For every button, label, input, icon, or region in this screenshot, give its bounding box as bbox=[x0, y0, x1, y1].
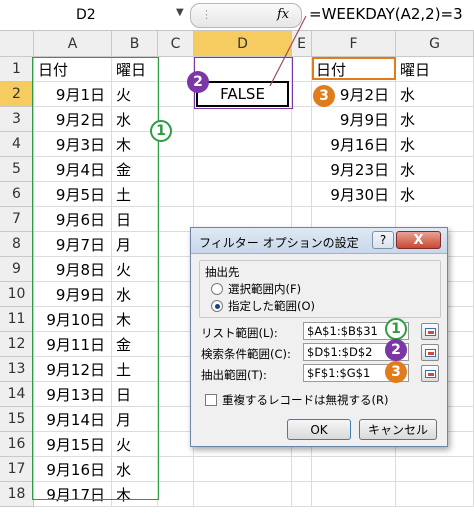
badge-3-dialog: 3 bbox=[385, 361, 407, 383]
dialog-title: フィルター オプションの設定 bbox=[199, 236, 359, 250]
radio-off-icon[interactable] bbox=[211, 283, 223, 295]
cancel-button[interactable]: キャンセル bbox=[359, 419, 437, 440]
filter-options-dialog: フィルター オプションの設定 ? X 抽出先 選択範囲内(F) 指定した範囲(O… bbox=[190, 227, 448, 447]
criteria-range-label: 検索条件範囲(C): bbox=[201, 347, 291, 361]
ok-button[interactable]: OK bbox=[287, 419, 351, 440]
checkbox-icon[interactable] bbox=[205, 394, 217, 406]
unique-records-checkbox[interactable]: 重複するレコードは無視する(R) bbox=[205, 392, 388, 408]
badge-2-sheet: 2 bbox=[187, 71, 209, 93]
unique-records-label: 重複するレコードは無視する(R) bbox=[222, 393, 389, 407]
badge-3-sheet: 3 bbox=[313, 85, 335, 107]
badge-1-sheet: 1 bbox=[150, 120, 172, 142]
badge-1-dialog: 1 bbox=[385, 318, 407, 340]
radio-copy-to-label: 指定した範囲(O) bbox=[228, 299, 316, 313]
radio-in-place[interactable]: 選択範囲内(F) bbox=[211, 281, 301, 297]
extract-range-label: 抽出範囲(T): bbox=[201, 368, 267, 382]
dialog-titlebar[interactable]: フィルター オプションの設定 ? X bbox=[191, 228, 447, 254]
extract-destination-label: 抽出先 bbox=[205, 264, 240, 280]
close-button[interactable]: X bbox=[396, 231, 441, 249]
help-button[interactable]: ? bbox=[372, 231, 394, 249]
list-range-label: リスト範囲(L): bbox=[201, 326, 278, 340]
radio-copy-to[interactable]: 指定した範囲(O) bbox=[211, 298, 315, 314]
radio-on-icon[interactable] bbox=[211, 300, 223, 312]
radio-in-place-label: 選択範囲内(F) bbox=[228, 282, 302, 296]
collapse-dialog-icon[interactable] bbox=[421, 323, 439, 340]
collapse-dialog-icon[interactable] bbox=[421, 344, 439, 361]
collapse-dialog-icon[interactable] bbox=[421, 365, 439, 382]
badge-2-dialog: 2 bbox=[385, 339, 407, 361]
